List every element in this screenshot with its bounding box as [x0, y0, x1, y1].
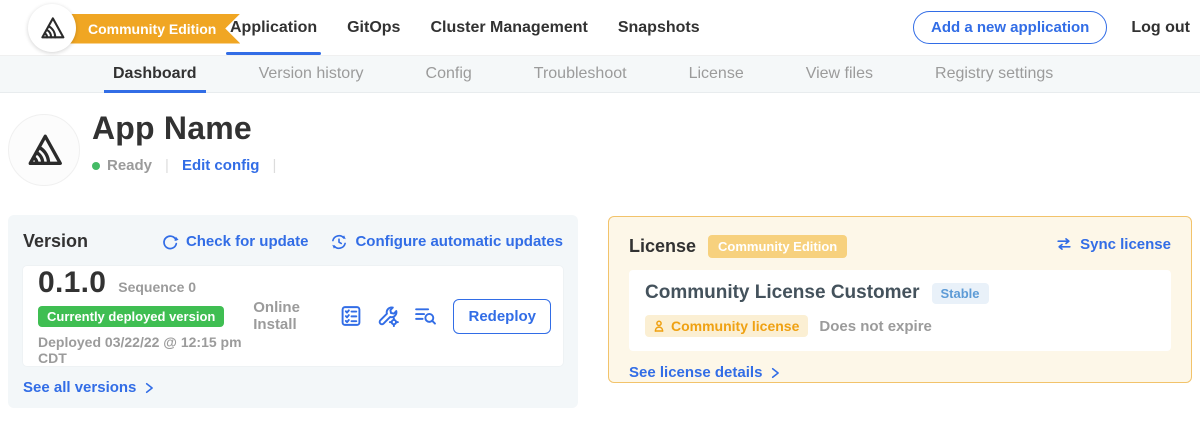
tab-view-files[interactable]: View files: [806, 56, 873, 92]
brand-logo[interactable]: Community Edition: [28, 4, 190, 52]
app-title-block: App Name Ready | Edit config |: [92, 108, 289, 186]
app-subnav: Dashboard Version history Config Trouble…: [0, 56, 1200, 93]
license-card-footer: See license details: [629, 364, 1171, 382]
channel-badge: Stable: [932, 283, 989, 304]
auto-update-clock-icon: [330, 233, 348, 251]
app-logo-icon: [24, 130, 64, 170]
sync-license-link[interactable]: Sync license: [1055, 235, 1171, 253]
license-card-header: License Community Edition Sync license: [629, 235, 1171, 258]
version-card: Version Check for update: [8, 215, 578, 408]
edition-badge: Community Edition: [708, 235, 847, 258]
license-customer-row: Community License Customer Stable: [645, 282, 1155, 304]
app-header: App Name Ready | Edit config |: [8, 108, 289, 186]
see-all-versions-link[interactable]: See all versions: [23, 379, 155, 396]
tab-troubleshoot[interactable]: Troubleshoot: [534, 56, 627, 92]
version-card-actions: Check for update Configure automatic upd…: [161, 233, 563, 251]
replicated-logo-icon: [38, 14, 66, 42]
chevron-right-icon: [769, 366, 781, 380]
sync-arrows-icon: [1055, 235, 1073, 253]
redeploy-button[interactable]: Redeploy: [453, 299, 551, 334]
check-for-update-link[interactable]: Check for update: [161, 233, 309, 251]
sequence-label: Sequence 0: [118, 279, 196, 295]
tab-config[interactable]: Config: [426, 56, 472, 92]
app-avatar: [8, 114, 80, 186]
top-bar-right: Add a new application Log out: [913, 11, 1190, 44]
expiry-text: Does not expire: [819, 318, 932, 335]
config-wrench-icon[interactable]: [376, 303, 400, 329]
see-license-details-link[interactable]: See license details: [629, 364, 781, 381]
version-card-header: Version Check for update: [23, 231, 563, 252]
license-card: License Community Edition Sync license: [608, 216, 1192, 383]
customer-name: Community License Customer: [645, 282, 920, 304]
tab-version-history[interactable]: Version history: [259, 56, 364, 92]
configure-automatic-updates-link[interactable]: Configure automatic updates: [330, 233, 563, 251]
status-dot: [92, 162, 100, 170]
main-nav: Application GitOps Cluster Management Sn…: [230, 0, 700, 55]
license-card-title: License: [629, 236, 696, 257]
version-actions: Online Install: [253, 299, 551, 334]
nav-snapshots[interactable]: Snapshots: [618, 0, 700, 55]
license-info-box: Community License Customer Stable Commun…: [629, 270, 1171, 351]
current-version-box: 0.1.0 Sequence 0 Currently deployed vers…: [23, 266, 563, 366]
page-title: App Name: [92, 110, 289, 147]
nav-gitops[interactable]: GitOps: [347, 0, 400, 55]
edit-config-link[interactable]: Edit config: [182, 157, 260, 174]
license-card-actions: Sync license: [1055, 235, 1171, 258]
logout-button[interactable]: Log out: [1131, 19, 1190, 37]
preflight-checks-icon[interactable]: [339, 303, 363, 329]
tab-license[interactable]: License: [689, 56, 744, 92]
nav-cluster-management[interactable]: Cluster Management: [430, 0, 587, 55]
deployed-timestamp: Deployed 03/22/22 @ 12:15 pm CDT: [38, 334, 253, 366]
version-card-footer: See all versions: [23, 379, 563, 397]
view-diff-search-icon[interactable]: [413, 303, 437, 329]
community-edition-ribbon: Community Edition: [52, 14, 240, 44]
divider: |: [165, 157, 169, 174]
tab-dashboard[interactable]: Dashboard: [113, 56, 197, 92]
kots-admin-console: Community Edition Application GitOps Clu…: [0, 0, 1200, 424]
ribbon-label: Community Edition: [88, 21, 216, 37]
user-icon: [652, 319, 666, 333]
version-info: 0.1.0 Sequence 0 Currently deployed vers…: [38, 266, 253, 366]
app-status-row: Ready | Edit config |: [92, 157, 289, 174]
top-bar: Community Edition Application GitOps Clu…: [0, 0, 1200, 56]
divider: |: [272, 157, 276, 174]
license-type-row: Community license Does not expire: [645, 315, 1155, 337]
chevron-right-icon: [143, 381, 155, 395]
license-type-badge: Community license: [645, 315, 808, 337]
deployed-version-badge: Currently deployed version: [38, 306, 224, 327]
install-type-label: Online Install: [253, 299, 324, 333]
add-new-application-button[interactable]: Add a new application: [913, 11, 1107, 44]
tab-registry-settings[interactable]: Registry settings: [935, 56, 1053, 92]
status-badge: Ready: [107, 157, 152, 174]
version-card-title: Version: [23, 231, 88, 252]
nav-application[interactable]: Application: [230, 0, 317, 55]
brand-circle: [28, 4, 76, 52]
version-number: 0.1.0: [38, 266, 106, 300]
refresh-icon: [161, 233, 179, 251]
